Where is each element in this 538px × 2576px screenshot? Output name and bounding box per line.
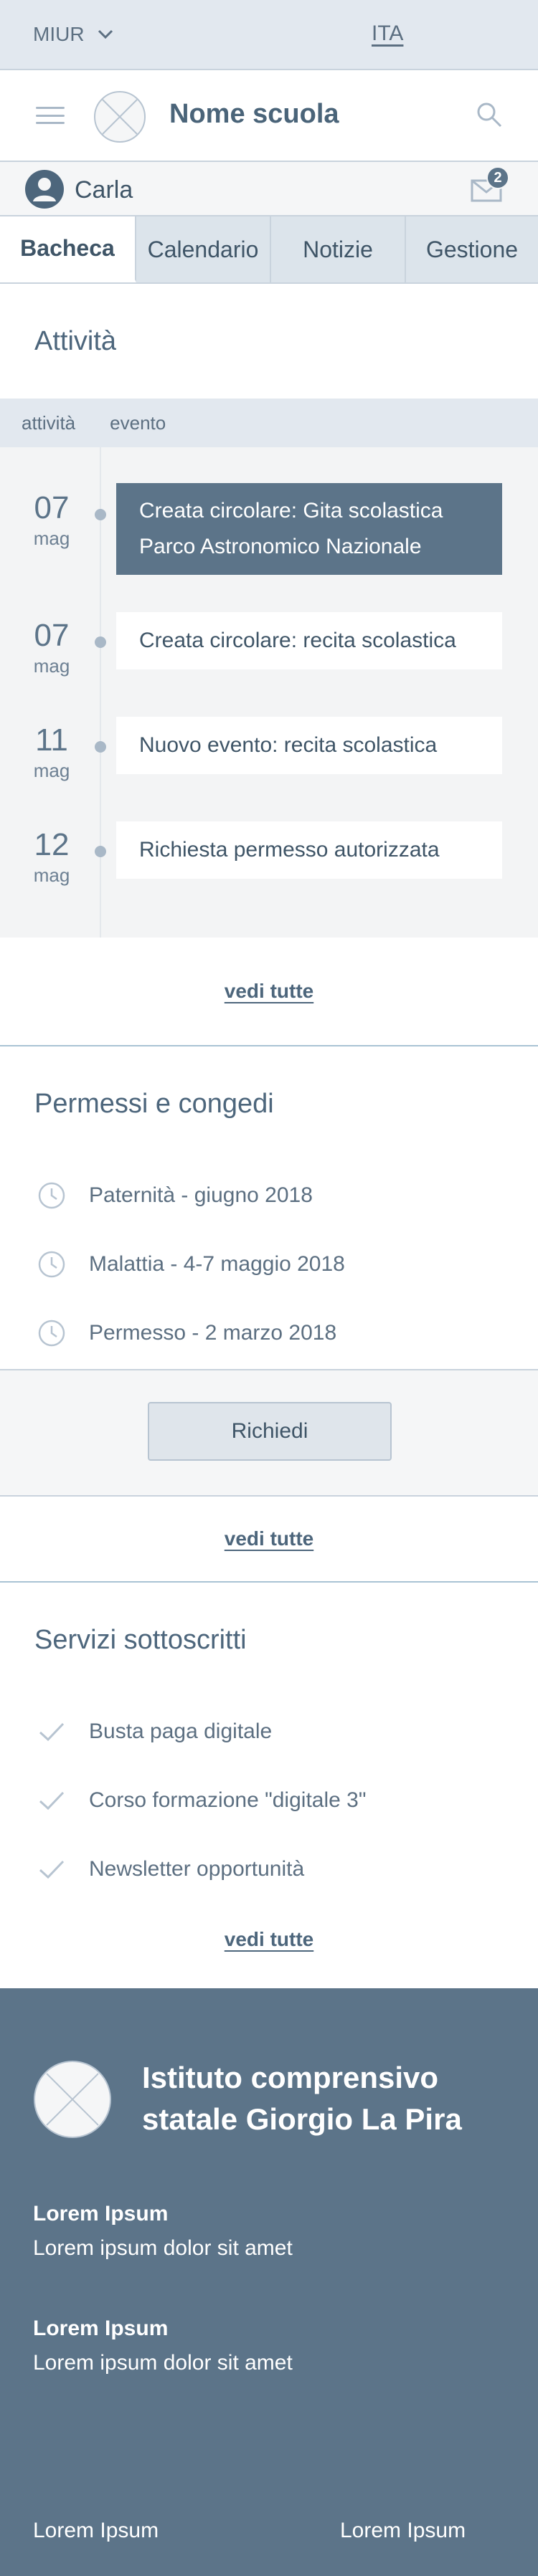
- tab-gestione[interactable]: Gestione: [406, 216, 538, 282]
- site-footer: Istituto comprensivo statale Giorgio La …: [0, 1988, 538, 2576]
- org-selector[interactable]: MIUR: [33, 23, 113, 46]
- org-label: MIUR: [33, 23, 85, 45]
- timeline-dot: [95, 636, 106, 648]
- event-day: 07: [34, 618, 70, 653]
- permission-label: Paternità - giugno 2018: [89, 1183, 313, 1207]
- footer-block-title: Lorem Ipsum: [33, 2202, 169, 2226]
- filter-attivita[interactable]: attività: [22, 412, 75, 434]
- permission-label: Malattia - 4-7 maggio 2018: [89, 1252, 345, 1276]
- user-bar: Carla 2: [0, 162, 538, 216]
- tab-bacheca[interactable]: Bacheca: [0, 216, 136, 282]
- check-icon: [39, 1722, 65, 1742]
- list-item[interactable]: Busta paga digitale: [0, 1697, 538, 1766]
- activities-see-all-link[interactable]: vedi tutte: [225, 980, 313, 1003]
- timeline-dot: [95, 741, 106, 753]
- hamburger-menu-icon[interactable]: [36, 107, 65, 124]
- check-icon: [39, 1860, 65, 1879]
- check-icon: [39, 1791, 65, 1811]
- footer-block-text: Lorem ipsum dolor sit amet: [33, 2236, 293, 2260]
- top-bar: MIUR ITA: [0, 0, 538, 69]
- permissions-see-all-link[interactable]: vedi tutte: [225, 1527, 313, 1550]
- list-item[interactable]: Corso formazione "digitale 3": [0, 1766, 538, 1835]
- user-avatar-icon[interactable]: [24, 169, 65, 209]
- language-link[interactable]: ITA: [372, 22, 403, 46]
- clock-icon: [38, 1251, 65, 1278]
- permissions-see-all: vedi tutte: [0, 1497, 538, 1581]
- services-see-all: vedi tutte: [0, 1904, 538, 1975]
- footer-block-text: Lorem ipsum dolor sit amet: [33, 2351, 293, 2375]
- logo-placeholder-icon: [34, 2061, 111, 2138]
- tab-notizie[interactable]: Notizie: [271, 216, 406, 282]
- event-month: mag: [33, 655, 70, 677]
- search-icon[interactable]: [475, 100, 504, 129]
- event-day: 11: [35, 722, 68, 758]
- institute-name: Istituto comprensivo statale Giorgio La …: [142, 2061, 462, 2136]
- list-item[interactable]: Paternità - giugno 2018: [0, 1161, 538, 1230]
- permissions-header: Permessi e congedi: [0, 1046, 538, 1161]
- timeline-dot: [95, 509, 106, 520]
- timeline-event: 07 mag Creata circolare: recita scolasti…: [0, 612, 538, 704]
- request-panel: Richiedi: [0, 1369, 538, 1497]
- activities-see-all: vedi tutte: [0, 938, 538, 1045]
- footer-block-title: Lorem Ipsum: [33, 2317, 169, 2340]
- event-month: mag: [33, 528, 70, 549]
- event-day: 07: [34, 490, 70, 525]
- list-item[interactable]: Malattia - 4-7 maggio 2018: [0, 1230, 538, 1299]
- chevron-down-icon: [98, 29, 113, 39]
- activity-filters: attività evento: [0, 399, 538, 447]
- clock-icon: [38, 1320, 65, 1347]
- timeline-dot: [95, 846, 106, 857]
- permissions-title: Permessi e congedi: [34, 1088, 274, 1119]
- service-label: Busta paga digitale: [89, 1719, 273, 1743]
- timeline-event: 11 mag Nuovo evento: recita scolastica: [0, 717, 538, 808]
- activities-header: Attività: [0, 284, 538, 399]
- services-title: Servizi sottoscritti: [34, 1624, 247, 1655]
- tab-calendario[interactable]: Calendario: [136, 216, 271, 282]
- footer-link[interactable]: Lorem Ipsum: [340, 2519, 466, 2543]
- footer-link[interactable]: Lorem Ipsum: [33, 2519, 159, 2543]
- site-header: Nome scuola: [0, 69, 538, 162]
- services-see-all-link[interactable]: vedi tutte: [225, 1928, 313, 1951]
- filter-evento[interactable]: evento: [110, 412, 166, 434]
- event-month: mag: [33, 864, 70, 886]
- event-month: mag: [33, 760, 70, 781]
- activities-title: Attività: [34, 325, 117, 356]
- clock-icon: [38, 1182, 65, 1209]
- mail-count-badge: 2: [486, 166, 509, 189]
- event-card[interactable]: Richiesta permesso autorizzata: [116, 821, 502, 879]
- timeline-event: 12 mag Richiesta permesso autorizzata: [0, 821, 538, 913]
- list-item[interactable]: Newsletter opportunità: [0, 1835, 538, 1904]
- event-day: 12: [34, 827, 70, 862]
- user-name[interactable]: Carla: [75, 176, 133, 204]
- services-header: Servizi sottoscritti: [0, 1583, 538, 1697]
- permissions-list: Paternità - giugno 2018 Malattia - 4-7 m…: [0, 1161, 538, 1368]
- permission-label: Permesso - 2 marzo 2018: [89, 1321, 337, 1345]
- event-card[interactable]: Nuovo evento: recita scolastica: [116, 717, 502, 774]
- list-item[interactable]: Permesso - 2 marzo 2018: [0, 1299, 538, 1368]
- services-list: Busta paga digitale Corso formazione "di…: [0, 1697, 538, 1904]
- logo-placeholder-icon: [94, 91, 146, 143]
- event-card[interactable]: Creata circolare: recita scolastica: [116, 612, 502, 669]
- event-card[interactable]: Creata circolare: Gita scolastica Parco …: [116, 483, 502, 575]
- main-tabs: Bacheca Calendario Notizie Gestione: [0, 216, 538, 284]
- request-button[interactable]: Richiedi: [148, 1402, 392, 1461]
- service-label: Newsletter opportunità: [89, 1857, 305, 1881]
- timeline-event: 07 mag Creata circolare: Gita scolastica…: [0, 483, 538, 576]
- school-name[interactable]: Nome scuola: [169, 99, 339, 130]
- service-label: Corso formazione "digitale 3": [89, 1788, 367, 1812]
- activity-timeline: 07 mag Creata circolare: Gita scolastica…: [0, 447, 538, 938]
